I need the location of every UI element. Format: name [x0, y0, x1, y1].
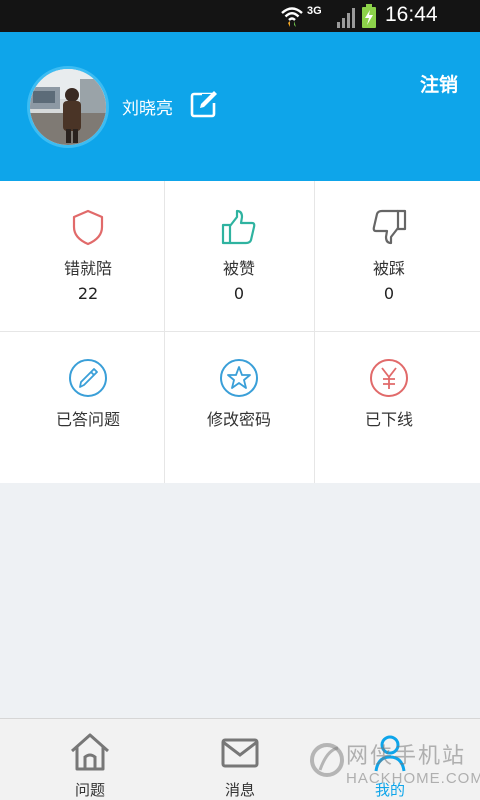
pencil-circle-icon — [69, 359, 107, 397]
profile-menu-grid: 错就陪 22 被赞 0 被踩 0 已答问题 修改密码 已下线 — [0, 181, 480, 483]
grid-item-label: 被赞 — [222, 259, 255, 278]
clock: 16:44 — [385, 3, 438, 26]
watermark-text: 网侠手机站 — [346, 744, 467, 769]
grid-item-answered-questions[interactable]: 已答问题 — [8, 332, 168, 483]
grid-item-count: 0 — [383, 284, 395, 303]
grid-item-label: 修改密码 — [206, 410, 271, 429]
logout-button[interactable]: 注销 — [420, 70, 458, 97]
avatar-photo — [30, 69, 106, 145]
profile-header: 刘晓亮 注销 — [0, 32, 480, 181]
nav-label: 问题 — [74, 781, 105, 799]
battery-charging-icon — [362, 4, 376, 28]
watermark-logo-icon — [310, 743, 344, 777]
watermark: 网侠手机站 HACKHOME.COM — [308, 736, 480, 796]
grid-item-likes[interactable]: 被赞 0 — [159, 181, 319, 332]
home-icon — [71, 733, 109, 771]
grid-item-offline[interactable]: 已下线 — [309, 332, 469, 483]
thumbs-down-icon — [372, 209, 407, 245]
grid-item-dislikes[interactable]: 被踩 0 — [309, 181, 469, 332]
edit-profile-icon[interactable] — [189, 89, 219, 119]
star-circle-icon — [220, 359, 258, 397]
signal-icon — [337, 8, 355, 28]
status-bar: 3G 16:44 — [0, 0, 480, 32]
grid-item-label: 已答问题 — [55, 410, 120, 429]
grid-item-count: 0 — [233, 284, 245, 303]
nav-questions[interactable]: 问题 — [10, 719, 170, 800]
shield-icon — [72, 209, 104, 246]
network-type: 3G — [307, 5, 322, 17]
nav-messages[interactable]: 消息 — [160, 719, 320, 800]
avatar[interactable] — [27, 66, 109, 148]
thumbs-up-icon — [221, 209, 256, 245]
yen-circle-icon — [370, 359, 408, 397]
grid-item-label: 已下线 — [364, 410, 413, 429]
username: 刘晓亮 — [122, 99, 173, 119]
nav-label: 消息 — [224, 781, 255, 799]
grid-item-label: 被踩 — [372, 259, 405, 278]
mail-icon — [221, 738, 259, 768]
grid-item-mistakes[interactable]: 错就陪 22 — [8, 181, 168, 332]
watermark-url: HACKHOME.COM — [346, 770, 480, 787]
wifi-icon — [281, 7, 303, 27]
grid-item-label: 错就陪 — [63, 259, 112, 278]
grid-item-count: 22 — [77, 284, 99, 303]
grid-item-change-password[interactable]: 修改密码 — [159, 332, 319, 483]
